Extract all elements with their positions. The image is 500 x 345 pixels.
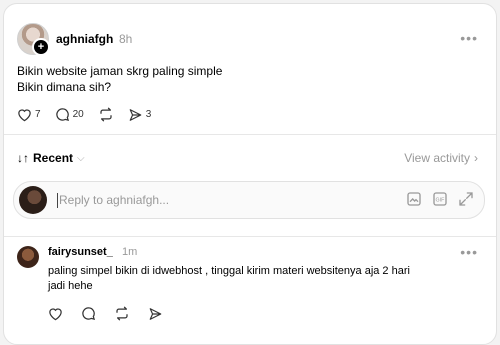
repost-icon — [100, 107, 112, 122]
comment-time: 1m — [122, 246, 138, 258]
thread-card: + aghniafgh 8h ••• Bikin website jaman s… — [3, 3, 497, 345]
comment-actions — [48, 306, 163, 321]
divider — [4, 134, 496, 135]
reply-box[interactable]: Reply to aghniafgh... GIF — [13, 181, 485, 219]
view-activity-label: View activity — [404, 151, 470, 165]
post-time: 8h — [119, 32, 133, 46]
avatar — [19, 186, 47, 214]
comment-icon — [55, 108, 69, 122]
sort-label: Recent — [33, 151, 74, 165]
expand-icon[interactable] — [458, 191, 474, 207]
post-author[interactable]: aghniafgh — [56, 32, 113, 46]
post-line: Bikin dimana sih? — [17, 80, 112, 94]
comment-line: jadi hehe — [48, 280, 93, 292]
reply-tools: GIF — [406, 191, 474, 207]
sort-icon: ↓↑ — [17, 151, 29, 165]
sort-dropdown[interactable]: ↓↑ Recent ⌵ — [17, 151, 85, 165]
gif-icon[interactable]: GIF — [432, 191, 448, 207]
chevron-down-icon: ⌵ — [77, 152, 85, 164]
like-count: 7 — [35, 109, 41, 120]
more-icon[interactable]: ••• — [460, 30, 478, 46]
repost-icon[interactable] — [114, 306, 130, 321]
like-button[interactable]: 7 — [17, 108, 41, 122]
divider — [4, 236, 496, 237]
comment-button[interactable]: 20 — [55, 107, 84, 122]
avatar[interactable]: + — [17, 23, 50, 56]
plus-icon[interactable]: + — [32, 38, 50, 56]
view-activity-link[interactable]: View activity › — [404, 151, 478, 165]
post-body: Bikin website jaman skrg paling simple B… — [17, 63, 222, 95]
share-button[interactable]: 3 — [128, 108, 152, 122]
avatar[interactable] — [17, 246, 39, 268]
more-icon[interactable]: ••• — [460, 244, 478, 260]
svg-text:GIF: GIF — [436, 198, 446, 204]
send-icon — [129, 108, 142, 121]
comment-line: paling simpel bikin di idwebhost , tingg… — [48, 265, 410, 277]
share-count: 3 — [145, 109, 152, 120]
text-caret — [57, 193, 58, 208]
post-line: Bikin website jaman skrg paling simple — [17, 64, 223, 78]
heart-icon — [18, 108, 31, 121]
repost-button[interactable] — [98, 107, 114, 122]
image-icon[interactable] — [406, 191, 422, 207]
comment-count: 20 — [72, 109, 84, 120]
post-actions: 7 20 3 — [17, 107, 165, 122]
comment-author[interactable]: fairysunset_ — [48, 246, 113, 258]
chevron-right-icon: › — [474, 151, 478, 165]
comment-body: paling simpel bikin di idwebhost , tingg… — [48, 264, 458, 294]
heart-icon[interactable] — [48, 307, 63, 321]
reply-input[interactable]: Reply to aghniafgh... — [59, 193, 169, 207]
send-icon[interactable] — [148, 307, 163, 321]
comment-icon[interactable] — [81, 306, 96, 321]
post: + aghniafgh 8h ••• Bikin website jaman s… — [4, 4, 496, 134]
